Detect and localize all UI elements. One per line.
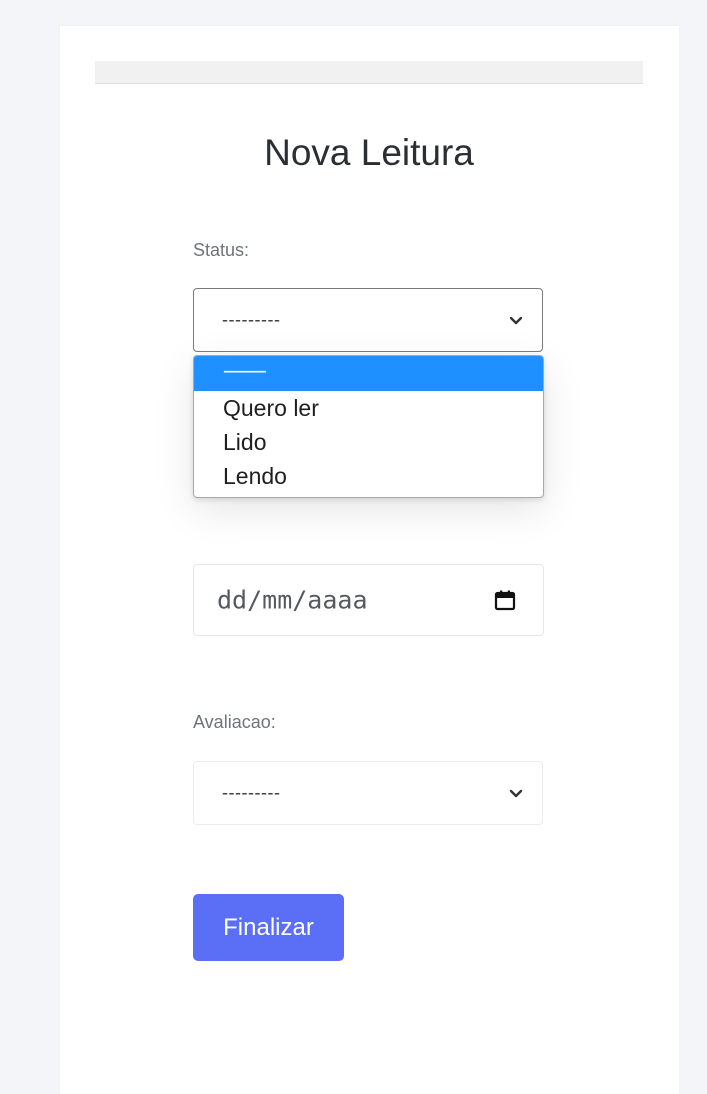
status-option-empty[interactable]: --------- [194,356,543,391]
date-placeholder: dd/mm/aaaa [217,585,368,615]
rating-label: Avaliacao: [193,712,276,732]
date-input[interactable]: dd/mm/aaaa [193,564,544,636]
form-card [60,26,679,1094]
status-dropdown-list: --------- Quero ler Lido Lendo [193,355,544,498]
rating-select-value: --------- [222,782,281,803]
status-option-quero-ler[interactable]: Quero ler [194,391,543,425]
page-title: Nova Leitura [264,132,474,173]
calendar-icon[interactable] [494,589,516,611]
chevron-down-icon [509,789,523,798]
rating-select[interactable]: --------- [193,761,543,825]
status-option-lendo[interactable]: Lendo [194,459,543,493]
top-bar [95,61,643,84]
status-label: Status: [193,240,250,260]
status-option-lido[interactable]: Lido [194,425,543,459]
chevron-down-icon [509,316,523,325]
finalizar-button[interactable]: Finalizar [193,894,344,961]
status-select-value: --------- [222,309,281,330]
status-select[interactable]: --------- [193,288,543,352]
